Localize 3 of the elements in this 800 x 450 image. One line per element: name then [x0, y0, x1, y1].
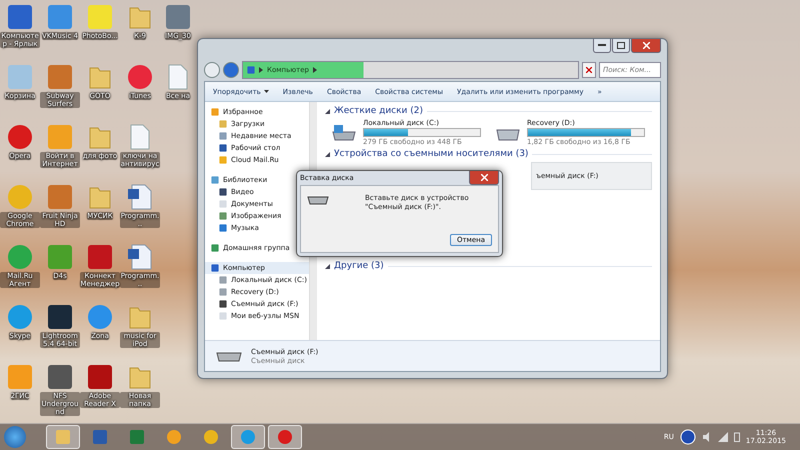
- group-header[interactable]: Другие (3): [334, 261, 384, 271]
- group-header[interactable]: Устройства со съемными носителями (3): [334, 149, 528, 159]
- group-header[interactable]: Жесткие диски (2): [334, 106, 424, 116]
